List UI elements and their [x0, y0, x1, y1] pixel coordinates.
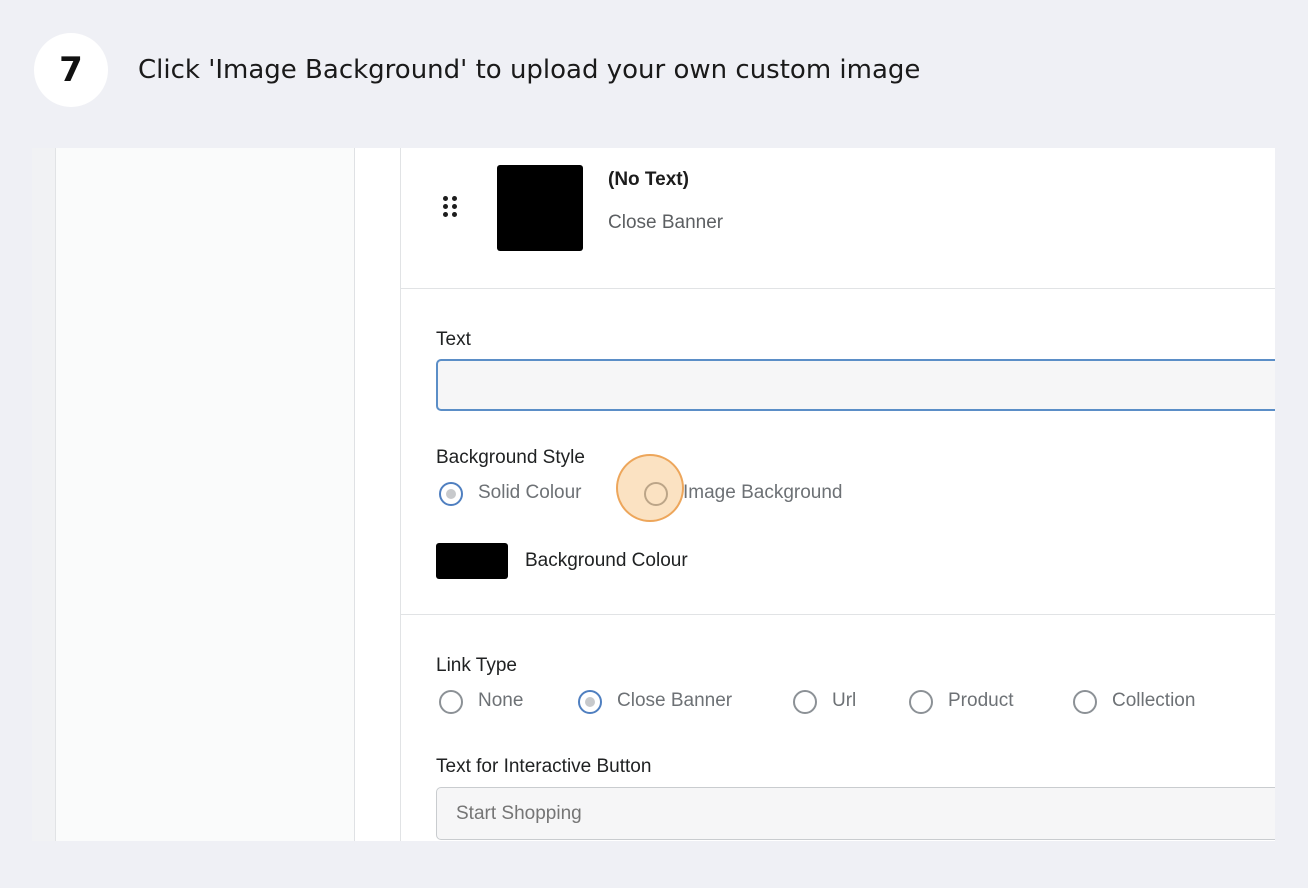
banner-item-title: (No Text)	[608, 169, 689, 190]
background-colour-label: Background Colour	[525, 550, 688, 571]
banner-thumbnail	[497, 165, 583, 251]
link-type-collection-label[interactable]: Collection	[1112, 690, 1195, 712]
link-type-product-label[interactable]: Product	[948, 690, 1013, 712]
interactive-button-label: Text for Interactive Button	[436, 756, 652, 777]
link-type-product-radio[interactable]	[909, 690, 933, 714]
link-type-url-label[interactable]: Url	[832, 690, 856, 712]
link-type-url-radio[interactable]	[793, 690, 817, 714]
background-colour-swatch[interactable]	[436, 543, 508, 579]
step-instruction: Click 'Image Background' to upload your …	[138, 55, 921, 85]
link-type-none-radio[interactable]	[439, 690, 463, 714]
section-divider	[401, 614, 1275, 615]
app-left-strip	[32, 148, 56, 841]
link-type-collection-radio[interactable]	[1073, 690, 1097, 714]
interactive-button-text-input[interactable]	[436, 787, 1275, 840]
text-input[interactable]	[436, 359, 1275, 411]
banner-editor-panel: (No Text) Close Banner Text Background S…	[400, 148, 1275, 841]
solid-colour-label[interactable]: Solid Colour	[478, 482, 582, 504]
image-background-label[interactable]: Image Background	[683, 482, 843, 504]
link-type-label: Link Type	[436, 655, 517, 676]
sidebar-panel	[56, 148, 355, 841]
step-number-badge: 7	[34, 33, 108, 107]
link-type-close-banner-radio[interactable]	[578, 690, 602, 714]
link-type-none-label[interactable]: None	[478, 690, 523, 712]
section-divider	[401, 288, 1275, 289]
drag-handle-icon[interactable]	[443, 196, 459, 222]
link-type-close-banner-label[interactable]: Close Banner	[617, 690, 732, 712]
click-target-highlight	[616, 454, 684, 522]
text-field-label: Text	[436, 329, 471, 350]
background-style-label: Background Style	[436, 447, 585, 468]
banner-item-subtitle: Close Banner	[608, 212, 724, 233]
solid-colour-radio[interactable]	[439, 482, 463, 506]
